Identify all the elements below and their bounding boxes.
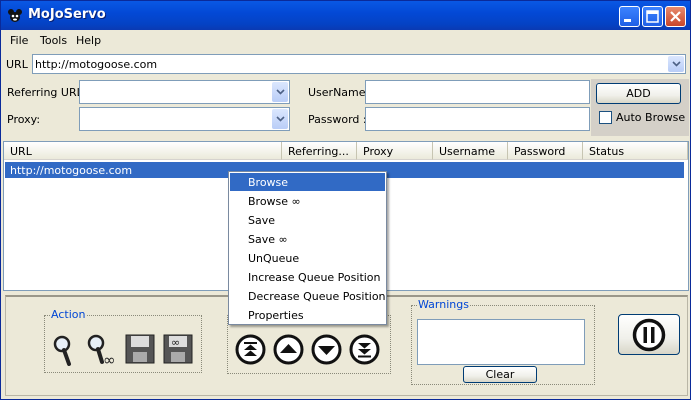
column-header-status[interactable]: Status <box>583 142 688 160</box>
context-item-decrease-queue[interactable]: Decrease Queue Position <box>230 287 386 305</box>
proxy-combobox[interactable] <box>79 107 290 131</box>
close-button[interactable] <box>665 6 686 27</box>
move-top-icon[interactable] <box>235 334 266 365</box>
maximize-button[interactable] <box>642 6 663 27</box>
username-input[interactable] <box>365 80 590 104</box>
browse-icon[interactable] <box>51 334 77 366</box>
pause-button[interactable] <box>618 314 680 355</box>
window-title: MoJoServo <box>28 7 106 22</box>
proxy-label: Proxy: <box>7 113 41 126</box>
context-item-properties[interactable]: Properties <box>230 306 385 324</box>
save-icon[interactable] <box>125 334 155 364</box>
minimize-icon <box>624 19 631 22</box>
column-header-proxy[interactable]: Proxy <box>357 142 433 160</box>
app-window: MoJoServo File Tools Help URL : http://m… <box>0 0 691 400</box>
column-header-url[interactable]: URL <box>4 142 282 160</box>
warnings-textarea[interactable] <box>417 319 585 365</box>
pause-icon <box>632 318 666 351</box>
maximize-icon <box>646 10 659 23</box>
column-header-password[interactable]: Password <box>508 142 583 160</box>
context-item-save-infinite[interactable]: Save ∞ <box>230 230 385 248</box>
browse-infinite-icon[interactable]: ∞ <box>87 334 119 366</box>
clear-button-label: Clear <box>485 368 515 381</box>
proxy-dropdown-button[interactable] <box>272 109 288 129</box>
context-menu: Browse Browse ∞ Save Save ∞ UnQueue Incr… <box>228 171 387 325</box>
add-button[interactable]: ADD <box>596 83 681 104</box>
auto-browse-checkbox[interactable] <box>599 111 612 124</box>
title-bar[interactable]: MoJoServo <box>1 1 690 30</box>
svg-text:∞: ∞ <box>171 336 180 349</box>
referring-url-combobox[interactable] <box>79 80 290 104</box>
referring-url-dropdown-button[interactable] <box>272 82 288 102</box>
save-infinite-icon[interactable]: ∞ <box>163 334 193 364</box>
context-item-unqueue[interactable]: UnQueue <box>230 249 385 267</box>
app-logo-icon <box>8 9 22 22</box>
column-header-username[interactable]: Username <box>433 142 508 160</box>
url-value: http://motogoose.com <box>35 58 158 71</box>
menu-tools[interactable]: Tools <box>40 34 67 47</box>
warnings-group-title: Warnings <box>417 298 470 311</box>
context-item-browse[interactable]: Browse <box>230 173 385 191</box>
close-icon <box>670 11 681 22</box>
url-label: URL : <box>6 58 36 71</box>
url-dropdown-button[interactable] <box>668 56 684 72</box>
move-bottom-icon[interactable] <box>349 334 380 365</box>
context-item-browse-infinite[interactable]: Browse ∞ <box>230 192 385 210</box>
clear-button[interactable]: Clear <box>463 366 537 383</box>
warnings-group: Warnings Clear <box>411 298 595 385</box>
username-label: UserName : <box>308 86 373 99</box>
menu-file[interactable]: File <box>10 34 28 47</box>
chevron-down-icon <box>275 116 285 122</box>
chevron-down-icon <box>671 61 681 67</box>
move-down-icon[interactable] <box>311 334 342 365</box>
add-button-label: ADD <box>626 87 651 100</box>
context-item-save[interactable]: Save <box>230 211 385 229</box>
referring-url-label: Referring URL: <box>7 86 87 99</box>
move-up-icon[interactable] <box>273 334 304 365</box>
action-group-title: Action <box>50 308 87 321</box>
password-input[interactable] <box>365 107 590 131</box>
menu-bar: File Tools Help <box>1 31 690 51</box>
menu-help[interactable]: Help <box>76 34 101 47</box>
column-header-referring[interactable]: Referring... <box>282 142 357 160</box>
context-item-increase-queue[interactable]: Increase Queue Position <box>230 268 385 286</box>
url-combobox[interactable]: http://motogoose.com <box>32 54 686 74</box>
row-url: http://motogoose.com <box>10 164 133 177</box>
password-label: Password : <box>308 113 367 126</box>
chevron-down-icon <box>275 89 285 95</box>
minimize-button[interactable] <box>619 6 640 27</box>
svg-text:∞: ∞ <box>103 351 116 366</box>
action-group: Action ∞ ∞ <box>44 308 202 373</box>
auto-browse-label[interactable]: Auto Browse <box>616 111 685 124</box>
